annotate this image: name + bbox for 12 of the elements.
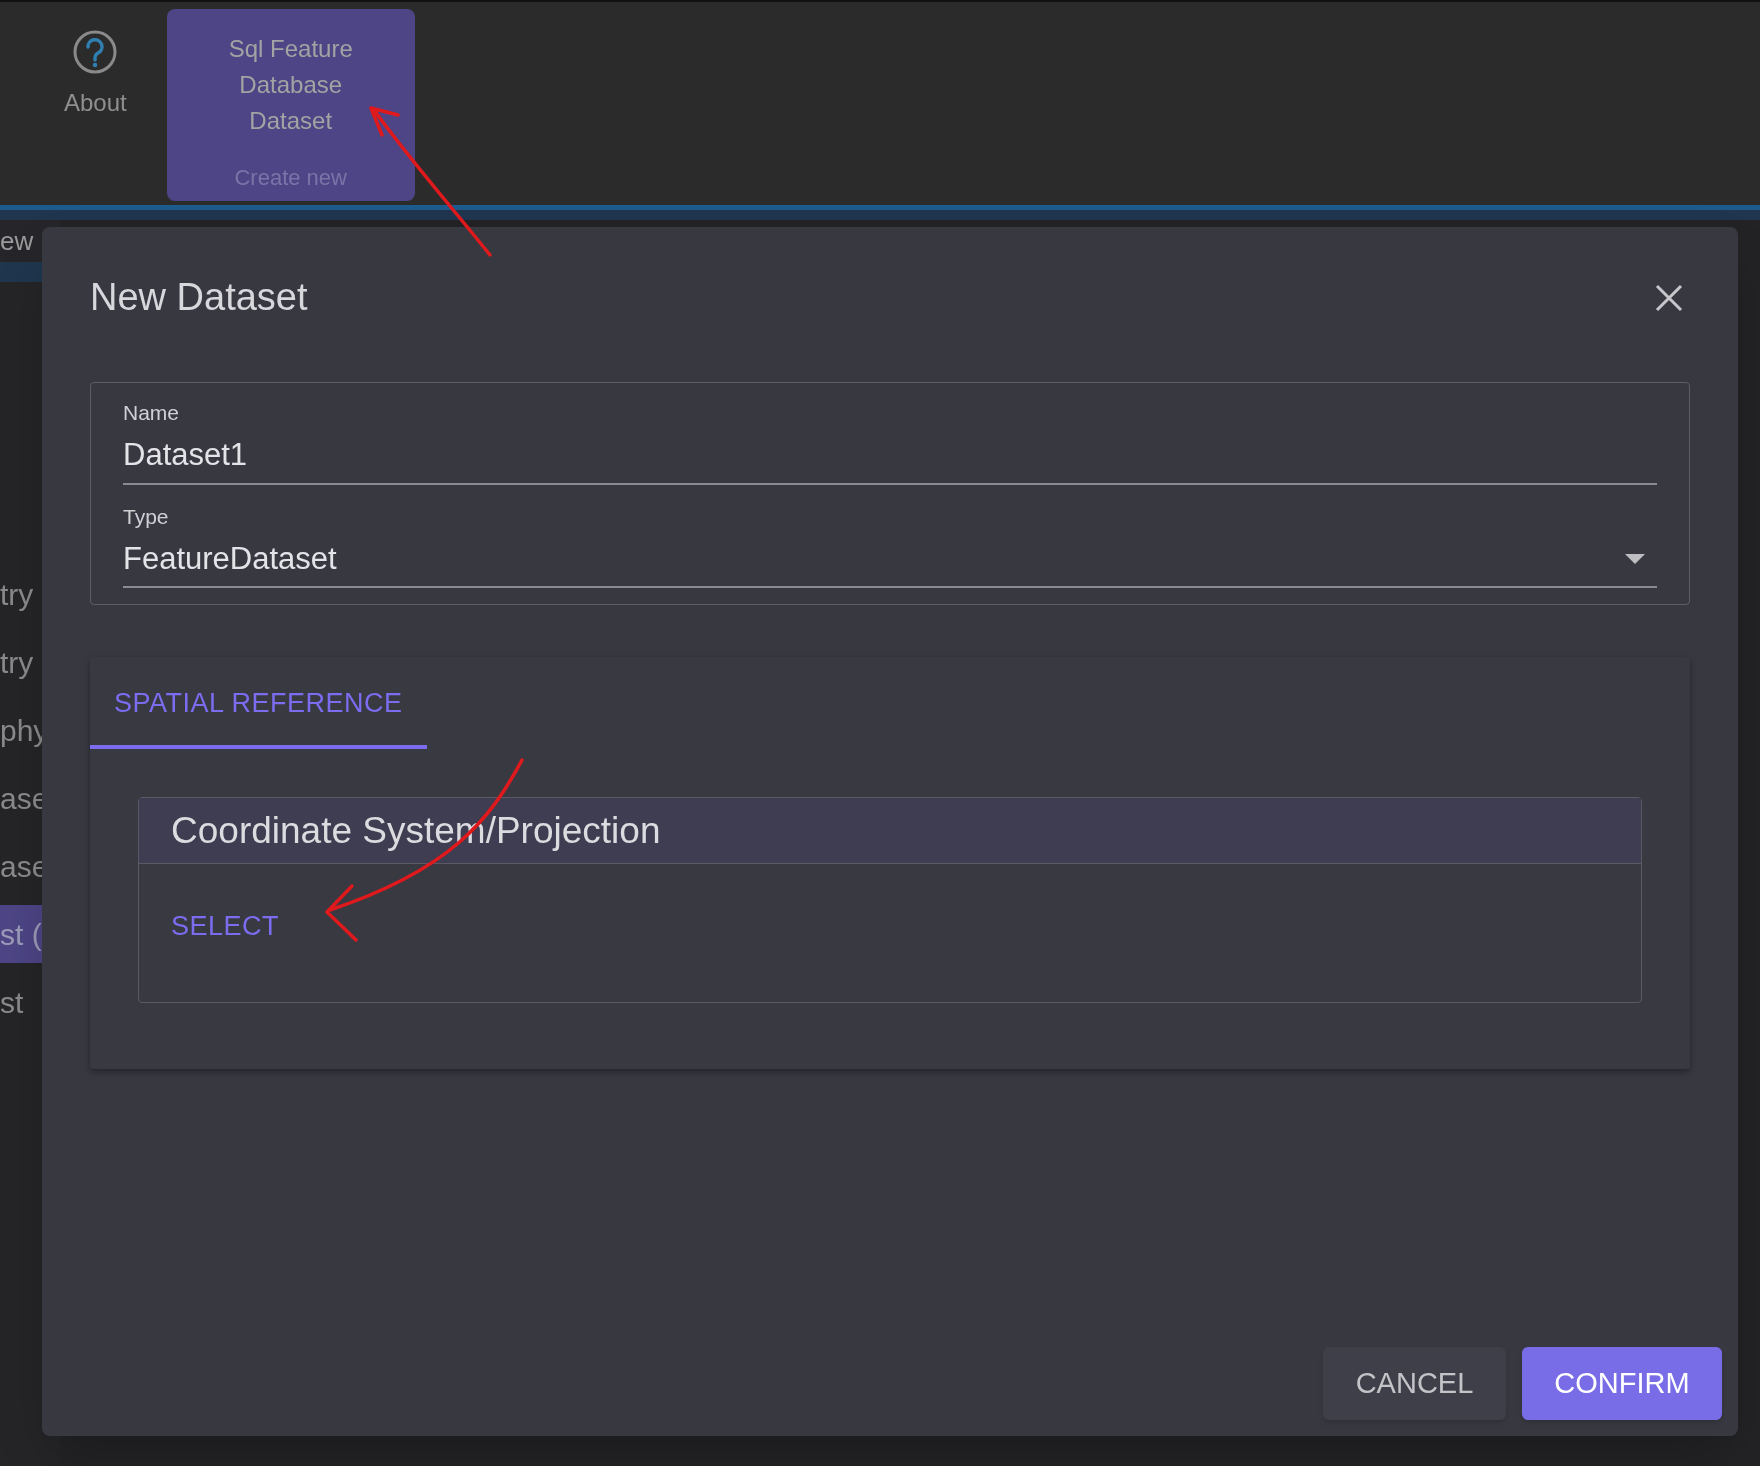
dialog-title: New Dataset bbox=[90, 275, 308, 320]
sidebar-heading: ew bbox=[0, 224, 34, 258]
help-icon bbox=[72, 29, 119, 75]
dropdown-caret-icon bbox=[1625, 554, 1645, 564]
confirm-button[interactable]: CONFIRM bbox=[1522, 1347, 1722, 1420]
tile-title: Sql Feature Database Dataset bbox=[227, 34, 354, 136]
type-select[interactable]: Type FeatureDataset bbox=[123, 500, 1657, 588]
about-button[interactable]: About bbox=[52, 9, 139, 201]
tab[interactable]: SPATIAL REFERENCE bbox=[90, 657, 427, 749]
name-field[interactable]: Name Dataset1 bbox=[123, 397, 1657, 485]
cancel-button[interactable]: CANCEL bbox=[1323, 1347, 1506, 1420]
select-link[interactable]: SELECT bbox=[171, 906, 280, 947]
